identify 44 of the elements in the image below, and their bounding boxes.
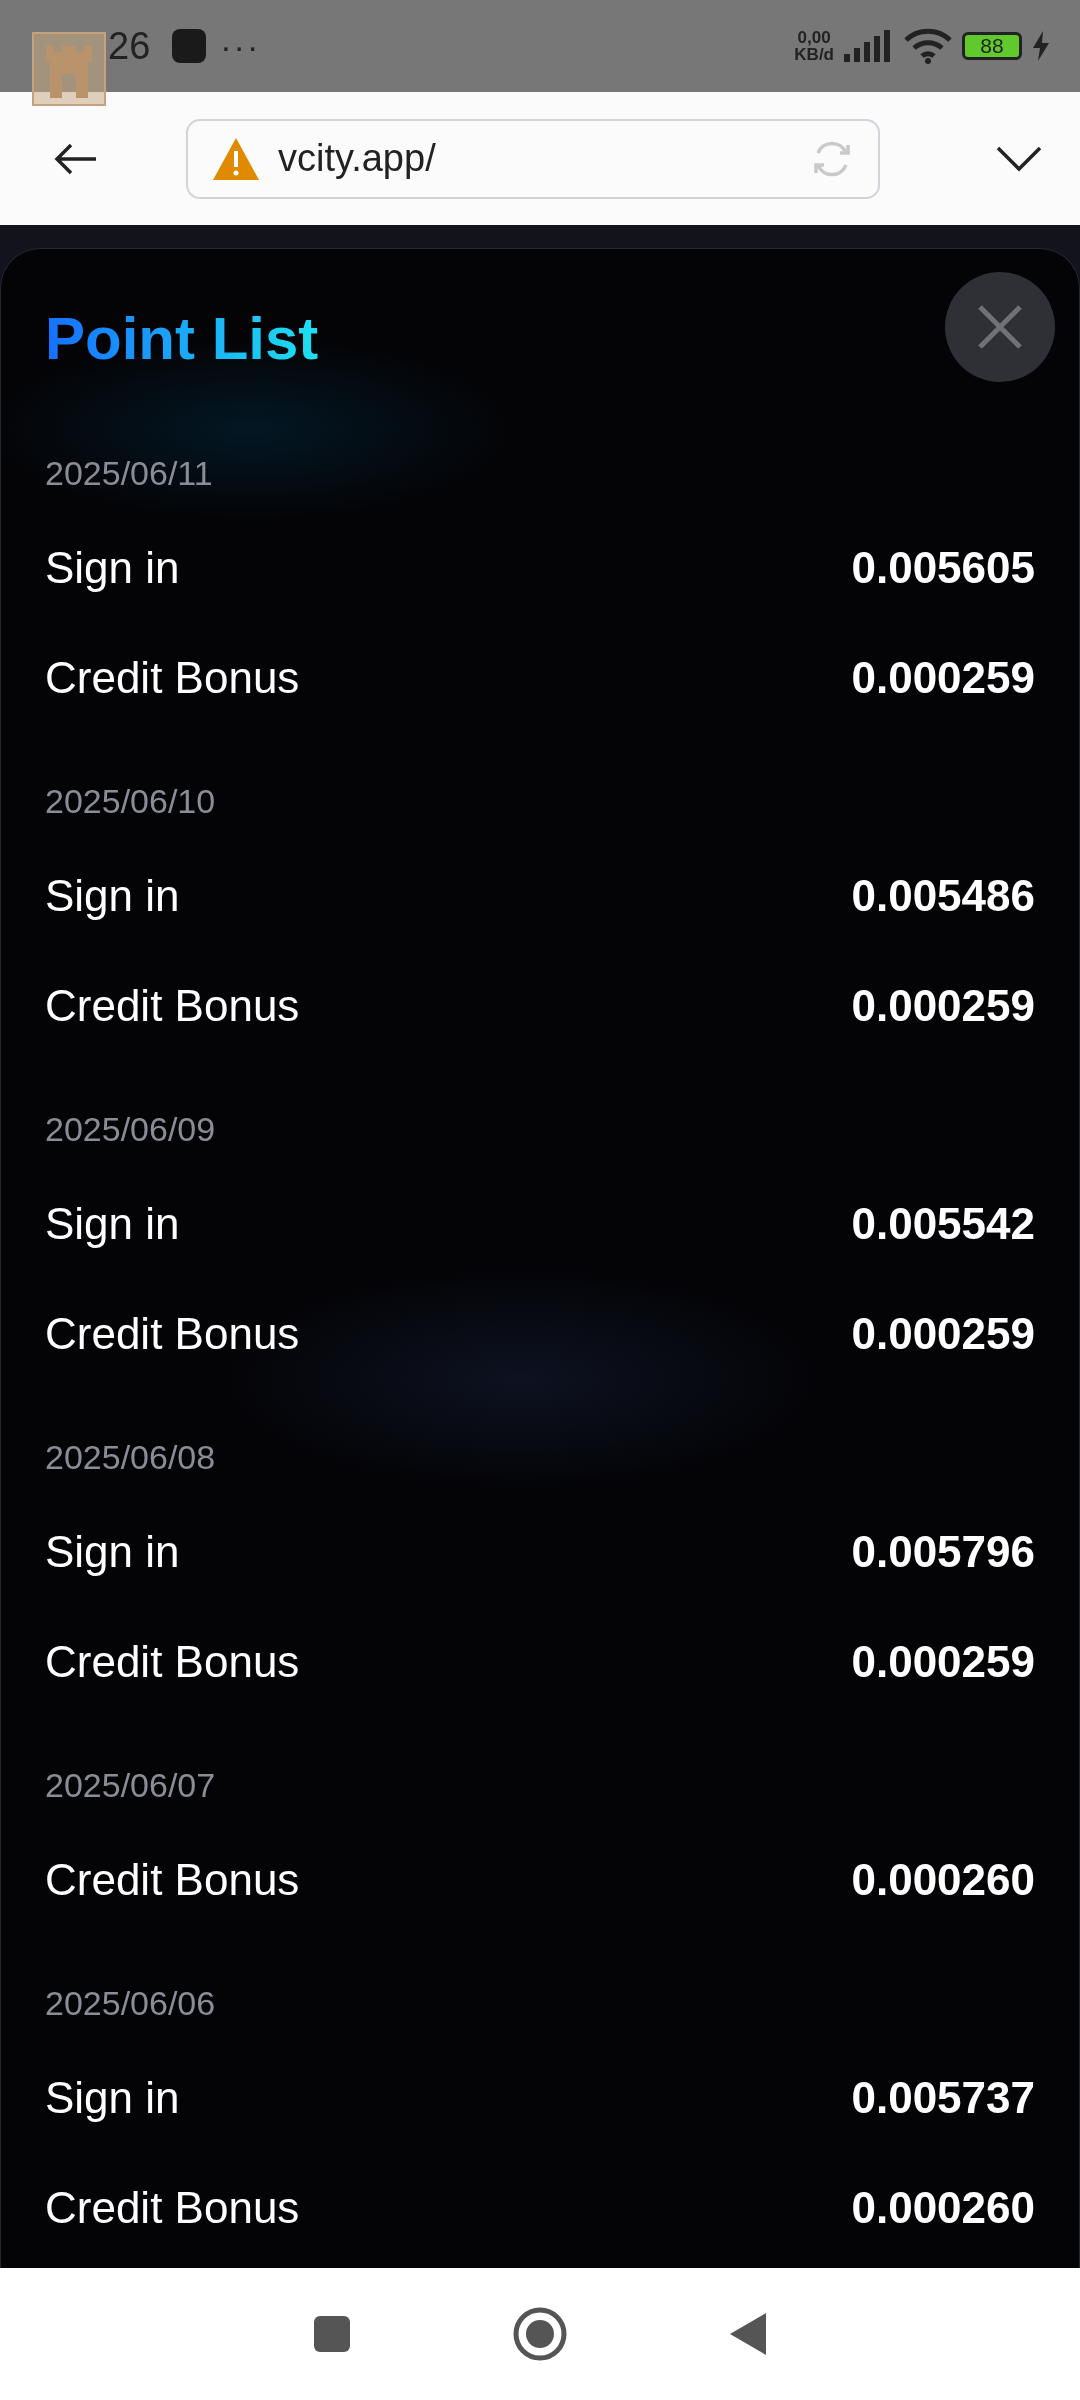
point-value: 0.000259: [851, 653, 1035, 703]
point-label: Credit Bonus: [45, 1309, 300, 1359]
date-heading: 2025/06/10: [45, 781, 216, 821]
clock-time: 26: [108, 24, 151, 68]
point-value: 0.000260: [851, 1855, 1035, 1905]
point-label: Credit Bonus: [45, 1637, 300, 1687]
back-nav-icon[interactable]: [728, 2311, 768, 2357]
point-label: Credit Bonus: [45, 2183, 300, 2233]
address-bar[interactable]: vcity.app/: [186, 118, 880, 199]
wifi-icon: [904, 28, 952, 64]
date-heading: 2025/06/06: [45, 1983, 216, 2023]
point-value: 0.005542: [851, 1199, 1035, 1249]
point-label: Credit Bonus: [45, 981, 300, 1031]
url-text: vcity.app/: [278, 137, 437, 180]
point-value: 0.005605: [851, 543, 1035, 593]
date-heading: 2025/06/08: [45, 1437, 216, 1477]
point-label: Sign in: [45, 543, 180, 593]
point-label: Sign in: [45, 871, 180, 921]
warning-icon: [212, 136, 260, 181]
close-icon: [976, 303, 1024, 351]
point-label: Sign in: [45, 2073, 180, 2123]
point-value: 0.000260: [851, 2183, 1035, 2233]
point-value: 0.005796: [851, 1527, 1035, 1577]
date-heading: 2025/06/11: [45, 453, 213, 493]
chevron-down-icon[interactable]: [996, 144, 1042, 173]
point-label: Credit Bonus: [45, 653, 300, 703]
point-value: 0.000259: [851, 1309, 1035, 1359]
date-heading: 2025/06/07: [45, 1765, 216, 1805]
point-label: Sign in: [45, 1199, 180, 1249]
date-heading: 2025/06/09: [45, 1109, 216, 1149]
more-notifications: ···: [220, 26, 261, 66]
recents-icon[interactable]: [312, 2314, 352, 2354]
network-speed: 0,00 KB/d: [794, 29, 834, 63]
point-value: 0.005737: [851, 2073, 1035, 2123]
battery-indicator: 88: [962, 32, 1022, 60]
point-value: 0.000259: [851, 981, 1035, 1031]
point-value: 0.000259: [851, 1637, 1035, 1687]
point-value: 0.005486: [851, 871, 1035, 921]
charging-icon: [1032, 31, 1050, 61]
point-label: Credit Bonus: [45, 1855, 300, 1905]
home-icon[interactable]: [512, 2306, 568, 2362]
point-label: Sign in: [45, 1527, 180, 1577]
back-icon[interactable]: [54, 142, 98, 175]
app-icon: [172, 29, 207, 63]
